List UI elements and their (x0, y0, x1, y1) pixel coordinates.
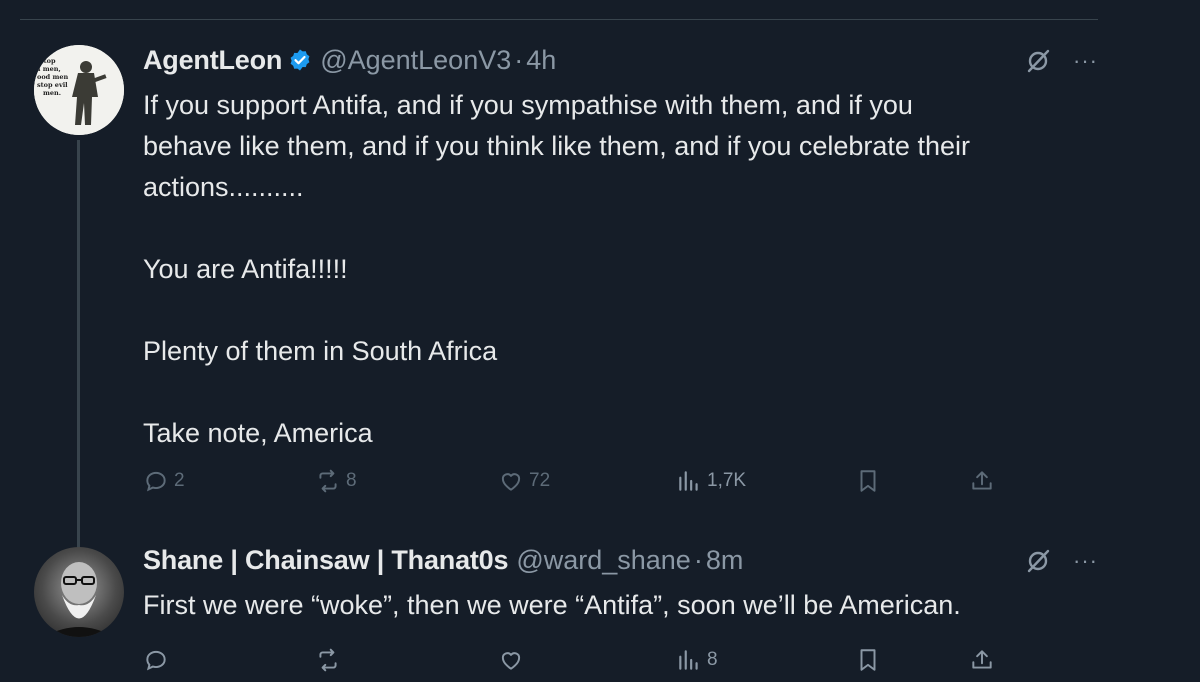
tweet-line: behave like them, and if you think like … (143, 131, 970, 161)
share-button[interactable] (969, 468, 995, 494)
like-button[interactable] (498, 647, 524, 673)
views-button[interactable]: 1,7K (676, 468, 746, 494)
avatar[interactable]: stop l men, ood men stop evil men. (34, 45, 124, 135)
line-break (143, 208, 1103, 249)
bookmark-icon (860, 649, 876, 671)
tweet-text: If you support Antifa, and if you sympat… (143, 85, 1103, 454)
like-count: 72 (529, 470, 551, 491)
repost-icon (319, 648, 337, 672)
grok-icon[interactable] (1025, 548, 1051, 574)
tweet-header: AgentLeon @AgentLeonV3 · 4h (143, 40, 556, 80)
repost-icon (319, 469, 337, 493)
repost-count: 8 (346, 470, 357, 491)
grok-icon[interactable] (1025, 48, 1051, 74)
bearded-man-avatar-image (44, 562, 114, 637)
views-icon (679, 471, 698, 491)
separator-dot: · (514, 44, 524, 75)
views-icon (679, 650, 698, 670)
tweet-top-actions: ··· (1025, 48, 1098, 74)
separator-dot: · (693, 544, 703, 575)
thread-line (77, 140, 80, 578)
views-button[interactable]: 8 (676, 647, 718, 673)
author-name[interactable]: AgentLeon (143, 45, 282, 76)
author-handle[interactable]: @AgentLeonV3 (320, 45, 511, 76)
share-icon (972, 471, 992, 490)
avatar-text-1: stop (40, 57, 56, 65)
author-name[interactable]: Shane | Chainsaw | Thanat0s (143, 545, 509, 576)
more-options-icon[interactable]: ··· (1073, 550, 1098, 572)
line-break (143, 290, 1103, 331)
reply-button[interactable]: 2 (143, 468, 185, 494)
timestamp[interactable]: 8m (706, 545, 744, 576)
repost-button[interactable]: 8 (315, 468, 357, 494)
tweet-line: If you support Antifa, and if you sympat… (143, 90, 913, 120)
like-button[interactable]: 72 (498, 468, 550, 494)
avatar-text-3: ood men (37, 73, 68, 81)
author-handle[interactable]: @ward_shane (516, 545, 691, 576)
tweet-line: Take note, America (143, 418, 373, 448)
timestamp[interactable]: 4h (526, 45, 556, 76)
reply-button[interactable] (143, 647, 169, 673)
verified-badge-icon (288, 48, 312, 72)
top-divider (20, 19, 1098, 20)
soldier-avatar-image: stop l men, ood men stop evil men. (34, 45, 124, 135)
tweet-top-actions: ··· (1025, 548, 1098, 574)
bookmark-button[interactable] (855, 647, 881, 673)
avatar-text-4: stop evil (37, 81, 68, 89)
tweet-line: Plenty of them in South Africa (143, 336, 498, 366)
more-options-icon[interactable]: ··· (1073, 50, 1098, 72)
reply-icon (146, 650, 166, 671)
avatar-text-2: l men, (38, 65, 61, 73)
share-icon (972, 650, 992, 669)
line-break (143, 372, 1103, 413)
share-button[interactable] (969, 647, 995, 673)
avatar-text-5: men. (43, 89, 61, 97)
reply-icon (146, 471, 166, 492)
reply-count: 2 (174, 470, 185, 491)
tweet-text: First we were “woke”, then we were “Anti… (143, 585, 1103, 626)
views-count: 1,7K (707, 470, 747, 491)
tweet-line: First we were “woke”, then we were “Anti… (143, 590, 961, 620)
avatar[interactable] (34, 547, 124, 637)
tweet-line: You are Antifa!!!!! (143, 254, 348, 284)
tweet-header: Shane | Chainsaw | Thanat0s @ward_shane … (143, 540, 743, 580)
tweet-line: actions.......... (143, 172, 304, 202)
like-icon (501, 473, 521, 491)
repost-button[interactable] (315, 647, 341, 673)
bookmark-button[interactable] (855, 468, 881, 494)
like-icon (501, 652, 521, 670)
views-count: 8 (707, 649, 718, 670)
bookmark-icon (860, 470, 876, 492)
